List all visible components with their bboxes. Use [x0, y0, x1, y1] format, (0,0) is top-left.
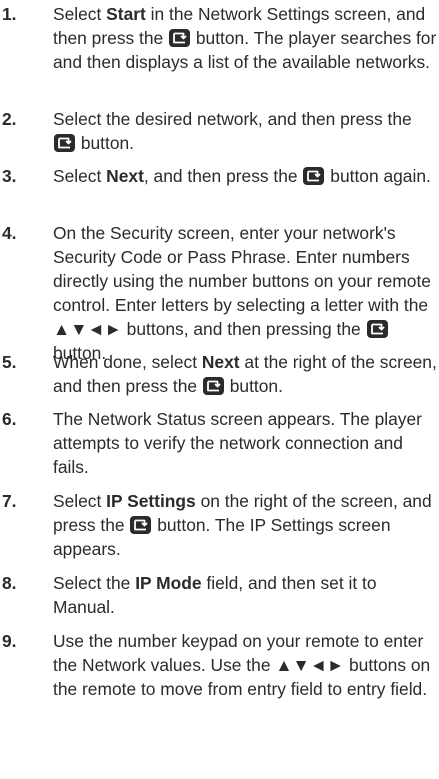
step-5: 5. When done, select Next at the right o…	[0, 350, 439, 398]
step-2: 2. Select the desired network, and then …	[0, 107, 439, 155]
step-text-run: button.	[224, 376, 283, 396]
step-text: Select the IP Mode field, and then set i…	[53, 571, 437, 619]
step-text: Select Start in the Network Settings scr…	[53, 2, 437, 74]
step-text-run: button again.	[325, 166, 431, 186]
step-text-run: Select the	[53, 573, 136, 593]
step-number: 3.	[2, 166, 17, 186]
bold-keyword: Start	[106, 4, 146, 24]
step-text: When done, select Next at the right of t…	[53, 350, 437, 398]
enter-icon	[130, 516, 152, 534]
step-number: 9.	[2, 631, 17, 651]
step-1: 1. Select Start in the Network Settings …	[0, 2, 439, 98]
step-number: 1.	[2, 4, 17, 24]
step-number: 2.	[2, 109, 17, 129]
step-text-run: Select the desired network, and then pre…	[53, 109, 412, 129]
enter-icon	[169, 29, 191, 47]
step-6: 6. The Network Status screen appears. Th…	[0, 407, 439, 479]
step-number: 8.	[2, 573, 17, 593]
step-number: 7.	[2, 491, 17, 511]
step-number: 6.	[2, 409, 17, 429]
step-text-run: button.	[76, 133, 135, 153]
step-text: The Network Status screen appears. The p…	[53, 407, 437, 479]
step-8: 8. Select the IP Mode field, and then se…	[0, 571, 439, 619]
step-4: 4. On the Security screen, enter your ne…	[0, 221, 439, 363]
step-text: Select Next, and then press the button a…	[53, 164, 437, 188]
bold-keyword: Next	[201, 352, 240, 372]
step-text-run: Use the number keypad on your remote to …	[53, 631, 431, 699]
step-9: 9. Use the number keypad on your remote …	[0, 629, 439, 725]
instruction-steps: 1. Select Start in the Network Settings …	[0, 0, 439, 779]
step-number: 5.	[2, 352, 17, 372]
step-text: Select the desired network, and then pre…	[53, 107, 437, 155]
bold-keyword: IP Mode	[135, 573, 202, 593]
bold-keyword: Next	[106, 166, 144, 186]
step-3: 3. Select Next, and then press the butto…	[0, 164, 439, 212]
step-text-run: , and then press the	[143, 166, 303, 186]
step-text-run: The Network Status screen appears. The p…	[53, 409, 422, 477]
enter-icon	[202, 377, 224, 395]
enter-icon	[54, 134, 75, 152]
step-number: 4.	[2, 223, 17, 243]
bold-keyword: IP Settings	[106, 491, 196, 511]
step-text: Select IP Settings on the right of the s…	[53, 489, 437, 561]
step-text-run: Select	[53, 4, 107, 24]
step-text: On the Security screen, enter your netwo…	[53, 221, 437, 365]
enter-icon	[303, 167, 325, 185]
step-7: 7. Select IP Settings on the right of th…	[0, 489, 439, 561]
step-text-run: Select	[53, 491, 107, 511]
step-text-run: When done, select	[53, 352, 202, 372]
enter-icon	[366, 320, 388, 338]
step-text-run: Select	[53, 166, 107, 186]
step-text: Use the number keypad on your remote to …	[53, 629, 437, 701]
